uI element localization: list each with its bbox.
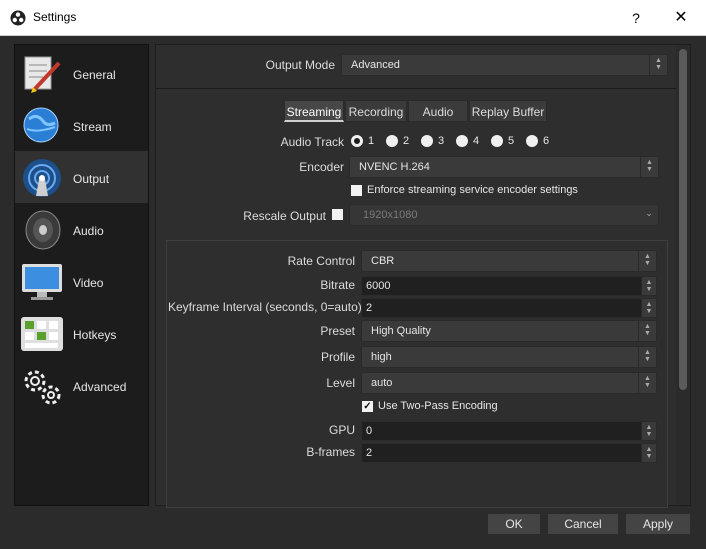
output-broadcast-icon: [23, 159, 61, 197]
level-select[interactable]: auto ▲ ▼: [361, 372, 657, 394]
sidebar-item-label: Output: [73, 172, 110, 186]
settings-sidebar: General Stream Output Audio Video Hotkey…: [14, 44, 149, 506]
two-pass-checkbox[interactable]: ✓: [362, 401, 373, 412]
bframes-label: B-frames: [306, 445, 355, 459]
tab-streaming[interactable]: Streaming: [284, 100, 344, 122]
profile-value: high: [371, 351, 392, 363]
rate-control-select[interactable]: CBR ▲ ▼: [361, 250, 657, 272]
chevron-updown-icon: ▲ ▼: [638, 373, 656, 393]
encoder-value: NVENC H.264: [359, 161, 430, 173]
gpu-input[interactable]: 0 ▲ ▼: [361, 421, 657, 441]
audio-track-radio-2[interactable]: [386, 135, 398, 147]
level-label: Level: [326, 376, 355, 390]
rate-control-label: Rate Control: [287, 254, 355, 268]
sidebar-item-label: Audio: [73, 224, 104, 238]
bframes-value: 2: [366, 447, 373, 459]
encoder-label: Encoder: [299, 160, 344, 174]
ok-button[interactable]: OK: [487, 513, 541, 535]
sidebar-item-label: Advanced: [73, 380, 127, 394]
bitrate-input[interactable]: 6000 ▲ ▼: [361, 276, 657, 296]
audio-track-option-label: 2: [403, 135, 410, 147]
audio-track-option-label: 5: [508, 135, 515, 147]
spin-arrows-icon[interactable]: ▲ ▼: [641, 421, 657, 441]
output-mode-value: Advanced: [351, 59, 400, 71]
chevron-updown-icon: ▲ ▼: [640, 157, 658, 177]
rescale-output-label: Rescale Output: [243, 209, 326, 223]
help-button[interactable]: ?: [626, 6, 646, 30]
audio-track-radio-4[interactable]: [456, 135, 468, 147]
audio-track-radio-6[interactable]: [526, 135, 538, 147]
sidebar-item-audio[interactable]: Audio: [15, 203, 148, 255]
audio-track-radio-5[interactable]: [491, 135, 503, 147]
sidebar-item-advanced[interactable]: Advanced: [15, 359, 148, 411]
profile-label: Profile: [320, 350, 355, 364]
apply-button[interactable]: Apply: [625, 513, 691, 535]
audio-track-option-label: 1: [368, 135, 375, 147]
monitor-icon: [22, 264, 62, 300]
chevron-updown-icon: ▲ ▼: [638, 251, 656, 271]
audio-track-option-label: 6: [543, 135, 550, 147]
rate-control-value: CBR: [371, 255, 395, 267]
encoder-select[interactable]: NVENC H.264 ▲ ▼: [349, 156, 659, 178]
chevron-updown-icon: ▲ ▼: [638, 321, 656, 341]
gears-icon: [24, 370, 61, 405]
profile-select[interactable]: high ▲ ▼: [361, 346, 657, 368]
cancel-button[interactable]: Cancel: [547, 513, 619, 535]
chevron-updown-icon: ▲ ▼: [649, 55, 667, 75]
audio-track-radio-1[interactable]: [351, 135, 363, 147]
keyframe-interval-label: Keyframe Interval (seconds, 0=auto): [168, 300, 362, 314]
audio-track-label: Audio Track: [280, 135, 344, 149]
level-value: auto: [371, 377, 393, 389]
audio-track-radio-3[interactable]: [421, 135, 433, 147]
output-mode-select[interactable]: Advanced ▲ ▼: [341, 54, 668, 76]
sidebar-item-label: General: [73, 68, 116, 82]
sidebar-item-video[interactable]: Video: [15, 255, 148, 307]
sidebar-item-output[interactable]: Output: [15, 151, 148, 203]
sidebar-item-general[interactable]: General: [15, 47, 148, 99]
sidebar-item-label: Hotkeys: [73, 328, 117, 342]
obs-logo-icon: [10, 10, 26, 26]
keyframe-interval-input[interactable]: 2 ▲ ▼: [361, 298, 657, 318]
enforce-encoder-label: Enforce streaming service encoder settin…: [367, 184, 578, 196]
close-button[interactable]: ✕: [664, 6, 698, 30]
stream-globe-icon: [23, 107, 59, 143]
general-icon: [24, 56, 61, 93]
speaker-icon: [25, 210, 61, 250]
bframes-input[interactable]: 2 ▲ ▼: [361, 443, 657, 463]
rescale-resolution-select: 1920x1080 ⌄: [349, 204, 659, 226]
audio-track-option-label: 4: [473, 135, 480, 147]
spin-arrows-icon[interactable]: ▲ ▼: [641, 443, 657, 463]
rescale-output-checkbox[interactable]: [332, 209, 343, 220]
audio-track-option-label: 3: [438, 135, 445, 147]
bitrate-label: Bitrate: [320, 278, 355, 292]
gpu-value: 0: [366, 425, 373, 437]
tab-audio[interactable]: Audio: [408, 100, 468, 122]
rescale-resolution-value: 1920x1080: [363, 209, 418, 221]
gpu-label: GPU: [328, 423, 355, 437]
preset-select[interactable]: High Quality ▲ ▼: [361, 320, 657, 342]
keyboard-icon: [21, 317, 63, 351]
sidebar-item-stream[interactable]: Stream: [15, 99, 148, 151]
keyframe-interval-value: 2: [366, 302, 373, 314]
sidebar-item-label: Stream: [73, 120, 112, 134]
scrollbar-thumb[interactable]: [679, 49, 687, 390]
spin-arrows-icon[interactable]: ▲ ▼: [641, 276, 657, 296]
spin-arrows-icon[interactable]: ▲ ▼: [641, 298, 657, 318]
sidebar-item-hotkeys[interactable]: Hotkeys: [15, 307, 148, 359]
window-title: Settings: [33, 10, 77, 24]
tab-replay-buffer[interactable]: Replay Buffer: [469, 100, 547, 122]
sidebar-item-label: Video: [73, 276, 104, 290]
preset-value: High Quality: [371, 325, 431, 337]
bitrate-value: 6000: [366, 280, 391, 292]
tab-recording[interactable]: Recording: [345, 100, 407, 122]
enforce-encoder-checkbox[interactable]: [351, 185, 362, 196]
title-bar: Settings ? ✕: [0, 0, 706, 36]
chevron-down-icon: ⌄: [645, 208, 653, 218]
output-mode-label: Output Mode: [265, 58, 335, 72]
two-pass-label: Use Two-Pass Encoding: [378, 400, 498, 412]
chevron-updown-icon: ▲ ▼: [638, 347, 656, 367]
preset-label: Preset: [320, 324, 355, 338]
